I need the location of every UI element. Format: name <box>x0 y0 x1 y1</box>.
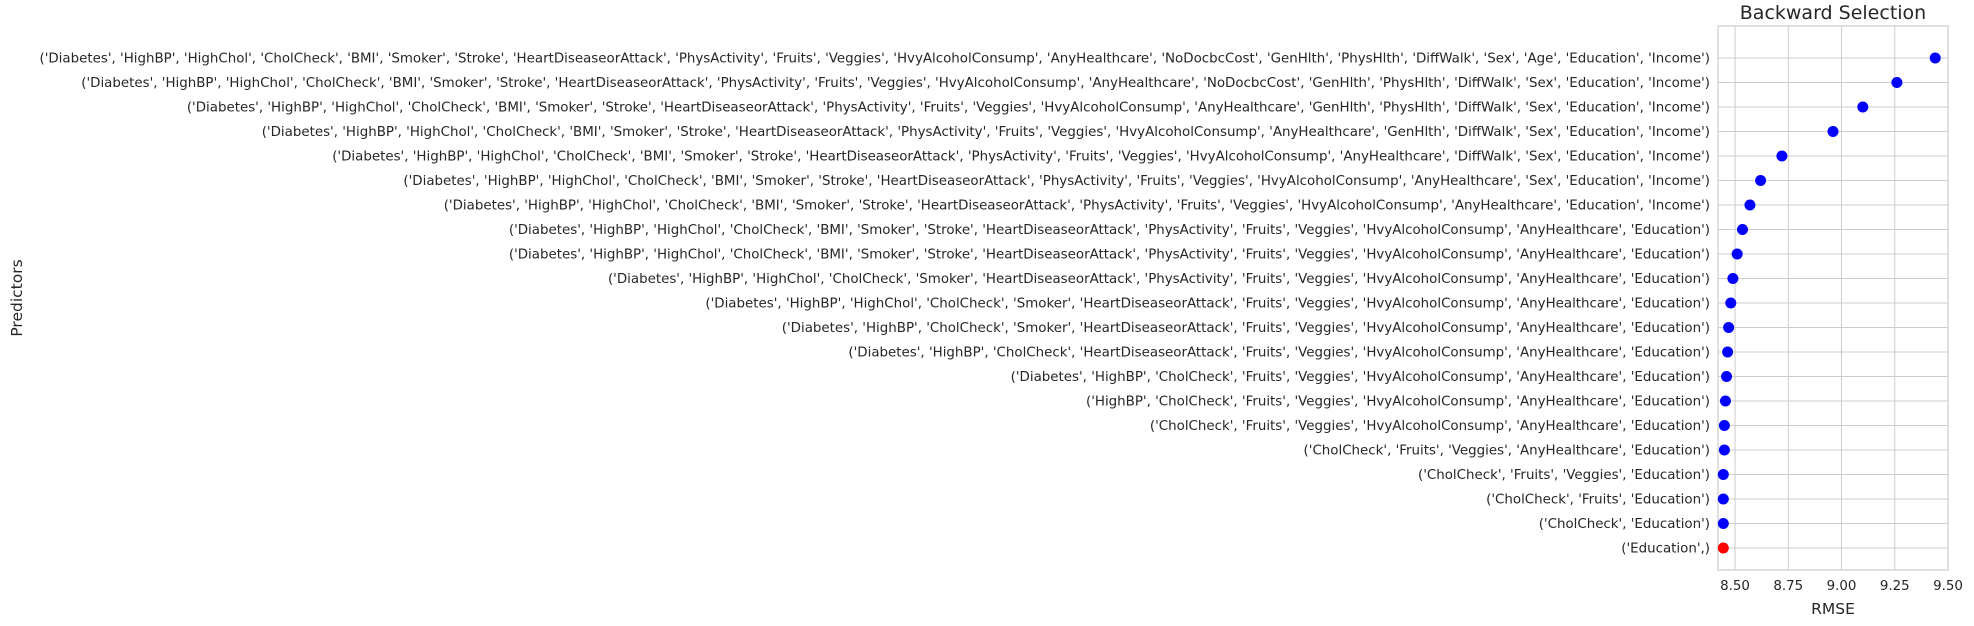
x-tick-label: 9.50 <box>1933 579 1963 594</box>
best-rmse-point <box>1717 542 1729 554</box>
rmse-point <box>1719 395 1731 407</box>
rmse-point <box>1717 518 1729 529</box>
predictor-label: ('CholCheck', 'Fruits', 'Veggies', 'Educ… <box>1418 468 1710 483</box>
y-axis-title: Predictors <box>8 259 26 336</box>
rmse-point <box>1776 150 1788 162</box>
predictor-label: ('Education',) <box>1621 542 1710 557</box>
predictor-label: ('CholCheck', 'Fruits', 'Veggies', 'HvyA… <box>1150 419 1710 434</box>
x-tick-label: 8.50 <box>1720 579 1750 594</box>
rmse-point <box>1725 297 1737 309</box>
rmse-point <box>1717 493 1729 505</box>
x-axis-title: RMSE <box>1811 600 1855 618</box>
predictor-label: ('Diabetes', 'HighBP', 'HighChol', 'Chol… <box>332 150 1710 165</box>
predictor-label: ('Diabetes', 'HighBP', 'HighChol', 'Chol… <box>39 52 1710 67</box>
predictor-label: ('CholCheck', 'Fruits', 'Veggies', 'AnyH… <box>1304 444 1710 459</box>
rmse-point <box>1731 248 1743 260</box>
backward-selection-chart: ('Diabetes', 'HighBP', 'HighChol', 'Chol… <box>8 2 1963 618</box>
predictor-label: ('Diabetes', 'HighBP', 'HighChol', 'Chol… <box>509 248 1710 263</box>
x-tick-labels: 8.50 8.75 9.00 9.25 9.50 <box>1720 579 1963 594</box>
rmse-point <box>1827 126 1839 137</box>
predictor-label: ('Diabetes', 'HighBP', 'CholCheck', 'Fru… <box>1011 370 1710 385</box>
rmse-point <box>1857 101 1869 113</box>
rmse-point <box>1727 273 1739 284</box>
x-tick-label: 8.75 <box>1773 579 1803 594</box>
rmse-point <box>1891 77 1903 88</box>
predictor-label: ('Diabetes', 'HighBP', 'HighChol', 'Chol… <box>444 199 1710 214</box>
rmse-point <box>1755 175 1767 186</box>
chart-title: Backward Selection <box>1740 2 1926 24</box>
predictor-label: ('HighBP', 'CholCheck', 'Fruits', 'Veggi… <box>1086 395 1710 410</box>
predictor-label: ('CholCheck', 'Fruits', 'Education') <box>1486 493 1710 508</box>
rmse-point <box>1718 444 1730 456</box>
predictor-labels: ('Diabetes', 'HighBP', 'HighChol', 'Chol… <box>39 52 1710 557</box>
predictor-label: ('Diabetes', 'HighBP', 'HighChol', 'Chol… <box>262 125 1710 140</box>
rmse-point <box>1718 420 1730 431</box>
predictor-label: ('Diabetes', 'HighBP', 'CholCheck', 'Hea… <box>848 346 1710 361</box>
predictor-label: ('CholCheck', 'Education') <box>1539 517 1710 532</box>
predictor-label: ('Diabetes', 'HighBP', 'HighChol', 'Chol… <box>509 223 1710 238</box>
rmse-point <box>1929 52 1941 64</box>
predictor-label: ('Diabetes', 'HighBP', 'HighChol', 'Chol… <box>81 76 1710 91</box>
predictor-label: ('Diabetes', 'HighBP', 'HighChol', 'Chol… <box>608 272 1710 287</box>
predictor-label: ('Diabetes', 'HighBP', 'CholCheck', 'Smo… <box>782 321 1710 336</box>
x-tick-label: 9.00 <box>1827 579 1857 594</box>
predictor-label: ('Diabetes', 'HighBP', 'HighChol', 'Chol… <box>187 101 1710 116</box>
predictor-label: ('Diabetes', 'HighBP', 'HighChol', 'Chol… <box>403 174 1710 189</box>
rmse-point <box>1736 224 1748 235</box>
rmse-point <box>1723 322 1735 333</box>
rmse-point <box>1744 199 1756 211</box>
plot-area <box>1717 25 1949 571</box>
predictor-label: ('Diabetes', 'HighBP', 'HighChol', 'Chol… <box>705 297 1710 312</box>
rmse-point <box>1722 346 1734 358</box>
x-tick-label: 9.25 <box>1880 579 1910 594</box>
rmse-point <box>1721 371 1733 382</box>
rmse-point <box>1717 469 1729 480</box>
